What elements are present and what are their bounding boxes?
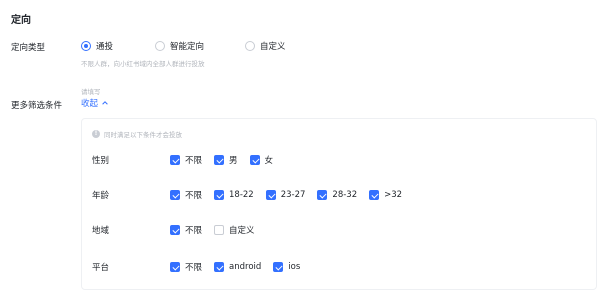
more-filters-hint: 请填写 bbox=[81, 88, 101, 96]
checkbox-label: 不限 bbox=[185, 191, 203, 201]
radio-label: 通投 bbox=[96, 42, 114, 52]
targeting-type-label: 定向类型 bbox=[11, 43, 46, 53]
checkbox[interactable] bbox=[214, 155, 225, 165]
checkbox-label: 不限 bbox=[185, 263, 203, 273]
checkbox-option[interactable]: 男 bbox=[214, 154, 238, 166]
filter-label-platform: 平台 bbox=[92, 263, 110, 273]
filter-row-gender: 性别 不限 男 女 bbox=[92, 153, 285, 167]
info-icon: ! bbox=[92, 130, 100, 138]
filter-row-age: 年龄 不限 18-22 23-27 28-32 >32 bbox=[92, 188, 414, 202]
checkbox[interactable] bbox=[214, 262, 225, 272]
targeting-type-hint: 不限人群，向小红书域内全部人群进行投放 bbox=[81, 60, 205, 68]
checkbox-option[interactable]: 不限 bbox=[170, 154, 202, 166]
checkbox-label: ios bbox=[288, 262, 301, 272]
more-filters-label: 更多筛选条件 bbox=[11, 101, 63, 111]
checkbox-label: android bbox=[229, 262, 262, 272]
radio-label: 智能定向 bbox=[170, 42, 205, 52]
filter-label-region: 地域 bbox=[92, 226, 110, 236]
checkbox[interactable] bbox=[273, 262, 284, 272]
checkbox-option[interactable]: >32 bbox=[369, 190, 402, 200]
checkbox-label: 女 bbox=[264, 156, 274, 166]
checkbox[interactable] bbox=[265, 190, 276, 200]
checkbox[interactable] bbox=[170, 262, 180, 272]
checkbox-label: 18-22 bbox=[229, 190, 254, 200]
checkbox-option[interactable]: 女 bbox=[249, 154, 274, 166]
filter-row-region: 地域 不限 自定义 bbox=[92, 223, 267, 237]
checkbox-label: 不限 bbox=[185, 156, 203, 166]
checkbox[interactable] bbox=[214, 190, 225, 200]
radio-dot[interactable] bbox=[81, 41, 91, 51]
radio-option-general[interactable]: 通投 bbox=[81, 40, 113, 52]
filter-row-platform: 平台 不限 android ios bbox=[92, 260, 312, 274]
checkbox[interactable] bbox=[170, 190, 180, 200]
radio-option-smart[interactable]: 智能定向 bbox=[155, 40, 204, 52]
chevron-up-icon bbox=[102, 101, 108, 105]
checkbox-option[interactable]: ios bbox=[273, 262, 300, 272]
checkbox-option[interactable]: 不限 bbox=[170, 224, 202, 236]
checkbox[interactable] bbox=[317, 190, 328, 200]
collapse-button[interactable]: 收起 bbox=[81, 97, 109, 109]
collapse-label: 收起 bbox=[81, 99, 99, 109]
checkbox-option[interactable]: android bbox=[214, 262, 261, 272]
checkbox-label: 不限 bbox=[185, 226, 203, 236]
radio-dot[interactable] bbox=[155, 41, 165, 51]
checkbox-option[interactable]: 不限 bbox=[170, 189, 202, 201]
checkbox-label: 28-32 bbox=[332, 190, 358, 200]
section-title: 定向 bbox=[11, 15, 31, 26]
checkbox[interactable] bbox=[170, 225, 180, 235]
checkbox[interactable] bbox=[369, 190, 380, 200]
checkbox-option[interactable]: 自定义 bbox=[214, 224, 255, 236]
checkbox-option[interactable]: 28-32 bbox=[317, 190, 357, 200]
panel-notice: ! 同时满足以下条件才会投放 bbox=[92, 129, 182, 139]
checkbox-option[interactable]: 18-22 bbox=[214, 190, 254, 200]
checkbox-label: 23-27 bbox=[280, 190, 306, 200]
radio-dot[interactable] bbox=[245, 41, 255, 51]
checkbox-label: 自定义 bbox=[229, 226, 255, 236]
checkbox[interactable] bbox=[249, 155, 260, 165]
filter-panel: ! 同时满足以下条件才会投放 性别 不限 男 女 年龄 不限 18-22 23-… bbox=[81, 118, 597, 290]
checkbox-label: 男 bbox=[229, 156, 238, 166]
checkbox[interactable] bbox=[170, 155, 180, 165]
checkbox-label: >32 bbox=[384, 190, 403, 200]
filter-label-gender: 性别 bbox=[92, 156, 110, 166]
checkbox[interactable] bbox=[214, 225, 225, 235]
checkbox-option[interactable]: 不限 bbox=[170, 261, 202, 273]
radio-label: 自定义 bbox=[260, 42, 286, 52]
checkbox-option[interactable]: 23-27 bbox=[265, 190, 306, 200]
notice-text: 同时满足以下条件才会投放 bbox=[104, 131, 182, 139]
radio-option-custom[interactable]: 自定义 bbox=[245, 40, 286, 52]
filter-label-age: 年龄 bbox=[92, 191, 110, 201]
